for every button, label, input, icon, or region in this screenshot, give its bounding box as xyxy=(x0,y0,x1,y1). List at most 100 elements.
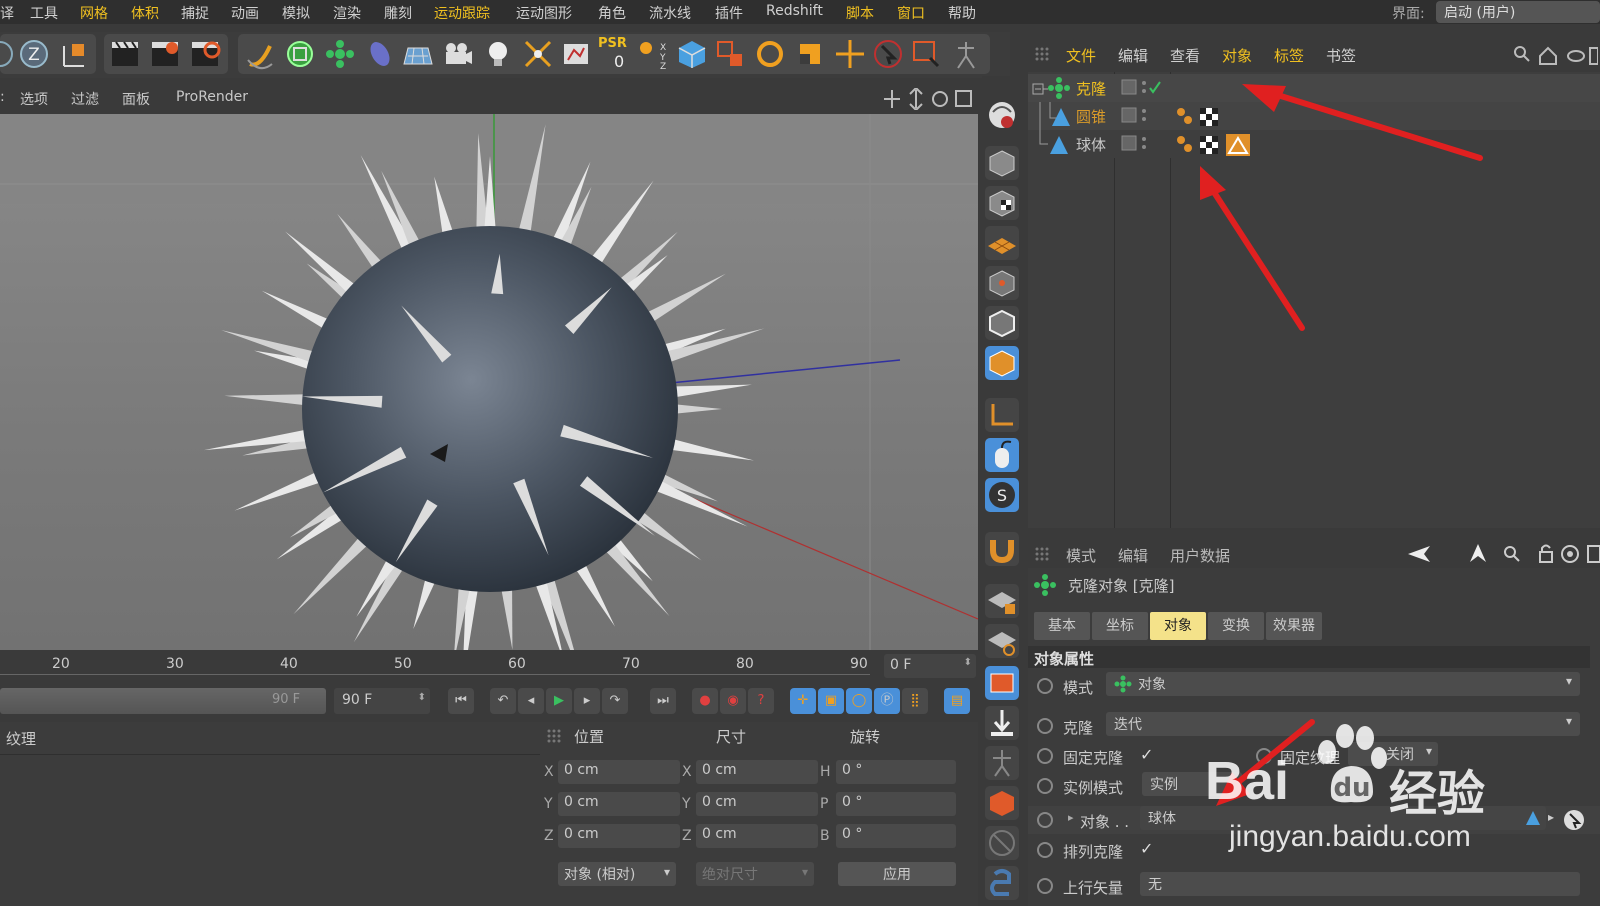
points-mode-button[interactable] xyxy=(985,266,1019,300)
apply-button[interactable]: 应用 xyxy=(838,862,956,886)
om-menu-tags[interactable]: 标签 xyxy=(1274,45,1304,66)
pos-y-field[interactable]: 0 cm xyxy=(558,792,680,816)
prop-mode-radio[interactable] xyxy=(1037,678,1053,694)
viewport-menu-panel[interactable]: 面板 xyxy=(122,89,150,109)
viewport-rotate-icon[interactable] xyxy=(932,91,948,107)
menu-item-render[interactable]: 渲染 xyxy=(333,3,361,23)
light-icon[interactable] xyxy=(482,38,514,70)
viewport-move-icon[interactable] xyxy=(884,90,900,108)
menu-item-plugins[interactable]: 插件 xyxy=(715,3,743,23)
tab-coord[interactable]: 坐标 xyxy=(1092,612,1148,640)
viewport-maximize-icon[interactable] xyxy=(955,90,972,107)
record-pla-button[interactable]: ⣿ xyxy=(902,688,928,714)
menu-item-character[interactable]: 角色 xyxy=(598,3,626,23)
next-key-button[interactable]: ↷ xyxy=(602,688,628,714)
move-tool-icon[interactable] xyxy=(834,38,866,70)
skeleton-icon[interactable] xyxy=(950,38,982,70)
tab-effectors[interactable]: 效果器 xyxy=(1266,612,1322,640)
om-search-icon[interactable] xyxy=(1514,46,1530,62)
keyframe-selection-button[interactable]: ? xyxy=(748,688,774,714)
autokey-button[interactable]: ◉ xyxy=(720,688,746,714)
pos-x-field[interactable]: 0 cm xyxy=(558,760,680,784)
next-frame-button[interactable]: ▸ xyxy=(574,688,600,714)
om-overflow-icon[interactable] xyxy=(1589,47,1598,65)
texture-mode-button[interactable] xyxy=(985,186,1019,220)
locked-workplane-button[interactable] xyxy=(985,624,1019,658)
om-home-icon[interactable] xyxy=(1539,46,1557,65)
record-parameter-button[interactable]: Ⓟ xyxy=(874,688,900,714)
viewport-solo-icon[interactable] xyxy=(985,98,1019,132)
om-menu-objects[interactable]: 对象 xyxy=(1222,45,1252,66)
cube-object-icon[interactable] xyxy=(676,38,708,70)
viewport-menu-filter[interactable]: 过滤 xyxy=(71,89,99,109)
prop-fixed-clone-checkbox[interactable]: ✓ xyxy=(1140,745,1153,764)
tab-object[interactable]: 对象 xyxy=(1150,612,1206,640)
prop-clone-radio[interactable] xyxy=(1037,718,1053,734)
menu-item-redshift[interactable]: Redshift xyxy=(766,3,823,19)
menu-item-sculpt[interactable]: 雕刻 xyxy=(384,3,412,23)
record-position-button[interactable]: ✛ xyxy=(790,688,816,714)
prop-fixed-clone-radio[interactable] xyxy=(1037,748,1053,764)
om-menu-file[interactable]: 文件 xyxy=(1066,45,1096,66)
3d-viewport[interactable] xyxy=(0,114,978,650)
menu-item-animate[interactable]: 动画 xyxy=(231,3,259,23)
viewport-window-button[interactable] xyxy=(985,666,1019,700)
polygons-mode-button[interactable] xyxy=(985,346,1019,380)
end-frame-field[interactable]: 90 F ⬍ xyxy=(334,688,430,714)
camera-icon[interactable] xyxy=(442,38,474,70)
viewport-menu-prorender[interactable]: ProRender xyxy=(176,89,248,105)
am-search-icon[interactable] xyxy=(1504,546,1520,562)
goto-start-button[interactable]: ⏮ xyxy=(448,688,474,714)
panel-grip-icon[interactable] xyxy=(1034,46,1050,62)
python-button[interactable] xyxy=(985,866,1019,900)
menu-item-snap[interactable]: 捕捉 xyxy=(181,3,209,23)
up-arrow-icon[interactable] xyxy=(1470,544,1486,562)
current-frame-field[interactable]: 0 F ⬍ xyxy=(884,654,976,678)
scale-points-icon[interactable] xyxy=(714,38,746,70)
am-menu-edit[interactable]: 编辑 xyxy=(1118,545,1148,566)
render-view-icon[interactable] xyxy=(108,38,142,70)
workplane-button[interactable] xyxy=(985,226,1019,260)
timeline-ruler[interactable]: 20 30 40 50 60 70 80 90 0 F ⬍ xyxy=(0,650,978,684)
om-object-name-cloner[interactable]: 克隆 xyxy=(1076,78,1106,99)
menu-item-mograph[interactable]: 运动图形 xyxy=(516,3,572,23)
coord-size-mode-select[interactable]: 绝对尺寸 ▾ xyxy=(696,862,814,886)
am-grip-icon[interactable] xyxy=(1034,546,1050,562)
menu-item-volume[interactable]: 体积 xyxy=(131,3,159,23)
rot-p-field[interactable]: 0 ° xyxy=(836,792,956,816)
prop-instance-radio[interactable] xyxy=(1037,778,1053,794)
interface-layout-select[interactable]: 启动 (用户) xyxy=(1436,1,1600,23)
scale-tool-icon[interactable] xyxy=(794,38,826,70)
sphere-object[interactable] xyxy=(302,226,678,592)
make-editable-button[interactable] xyxy=(985,146,1019,180)
menu-item-render-partial[interactable]: 译 xyxy=(0,3,14,23)
deformer-icon[interactable] xyxy=(364,38,396,70)
tweak-mode-button[interactable] xyxy=(985,438,1019,472)
am-menu-mode[interactable]: 模式 xyxy=(1066,545,1096,566)
disabled-tool-button[interactable] xyxy=(985,826,1019,860)
prop-mode-select[interactable]: 对象 ▾ xyxy=(1106,672,1580,696)
om-menu-bookmarks[interactable]: 书签 xyxy=(1326,45,1356,66)
rectangle-selection-icon[interactable] xyxy=(910,38,942,70)
volume-button[interactable] xyxy=(985,786,1019,820)
play-button[interactable]: ▶ xyxy=(546,688,572,714)
menu-item-mesh[interactable]: 网格 xyxy=(80,3,108,23)
size-x-field[interactable]: 0 cm xyxy=(696,760,818,784)
record-rotation-button[interactable]: ◯ xyxy=(846,688,872,714)
back-arrow-icon[interactable] xyxy=(1408,546,1430,562)
cloner-icon[interactable] xyxy=(324,38,356,70)
menu-item-motion-tracking[interactable]: 运动跟踪 xyxy=(434,3,490,23)
om-object-name-cone[interactable]: 圆锥 xyxy=(1076,106,1106,127)
size-z-field[interactable]: 0 cm xyxy=(696,824,818,848)
coord-grip-icon[interactable] xyxy=(546,728,562,744)
graph-icon[interactable] xyxy=(560,38,592,70)
record-scale-button[interactable]: ▣ xyxy=(818,688,844,714)
target-icon[interactable] xyxy=(1561,545,1579,563)
prev-frame-button[interactable]: ◂ xyxy=(518,688,544,714)
frame-range-slider[interactable]: 90 F xyxy=(0,688,326,714)
om-eye-icon[interactable] xyxy=(1567,50,1585,62)
menu-item-simulate[interactable]: 模拟 xyxy=(282,3,310,23)
viewport-menu-edge[interactable]: : xyxy=(0,89,5,105)
prev-key-button[interactable]: ↶ xyxy=(490,688,516,714)
am-menu-userdata[interactable]: 用户数据 xyxy=(1170,545,1230,566)
